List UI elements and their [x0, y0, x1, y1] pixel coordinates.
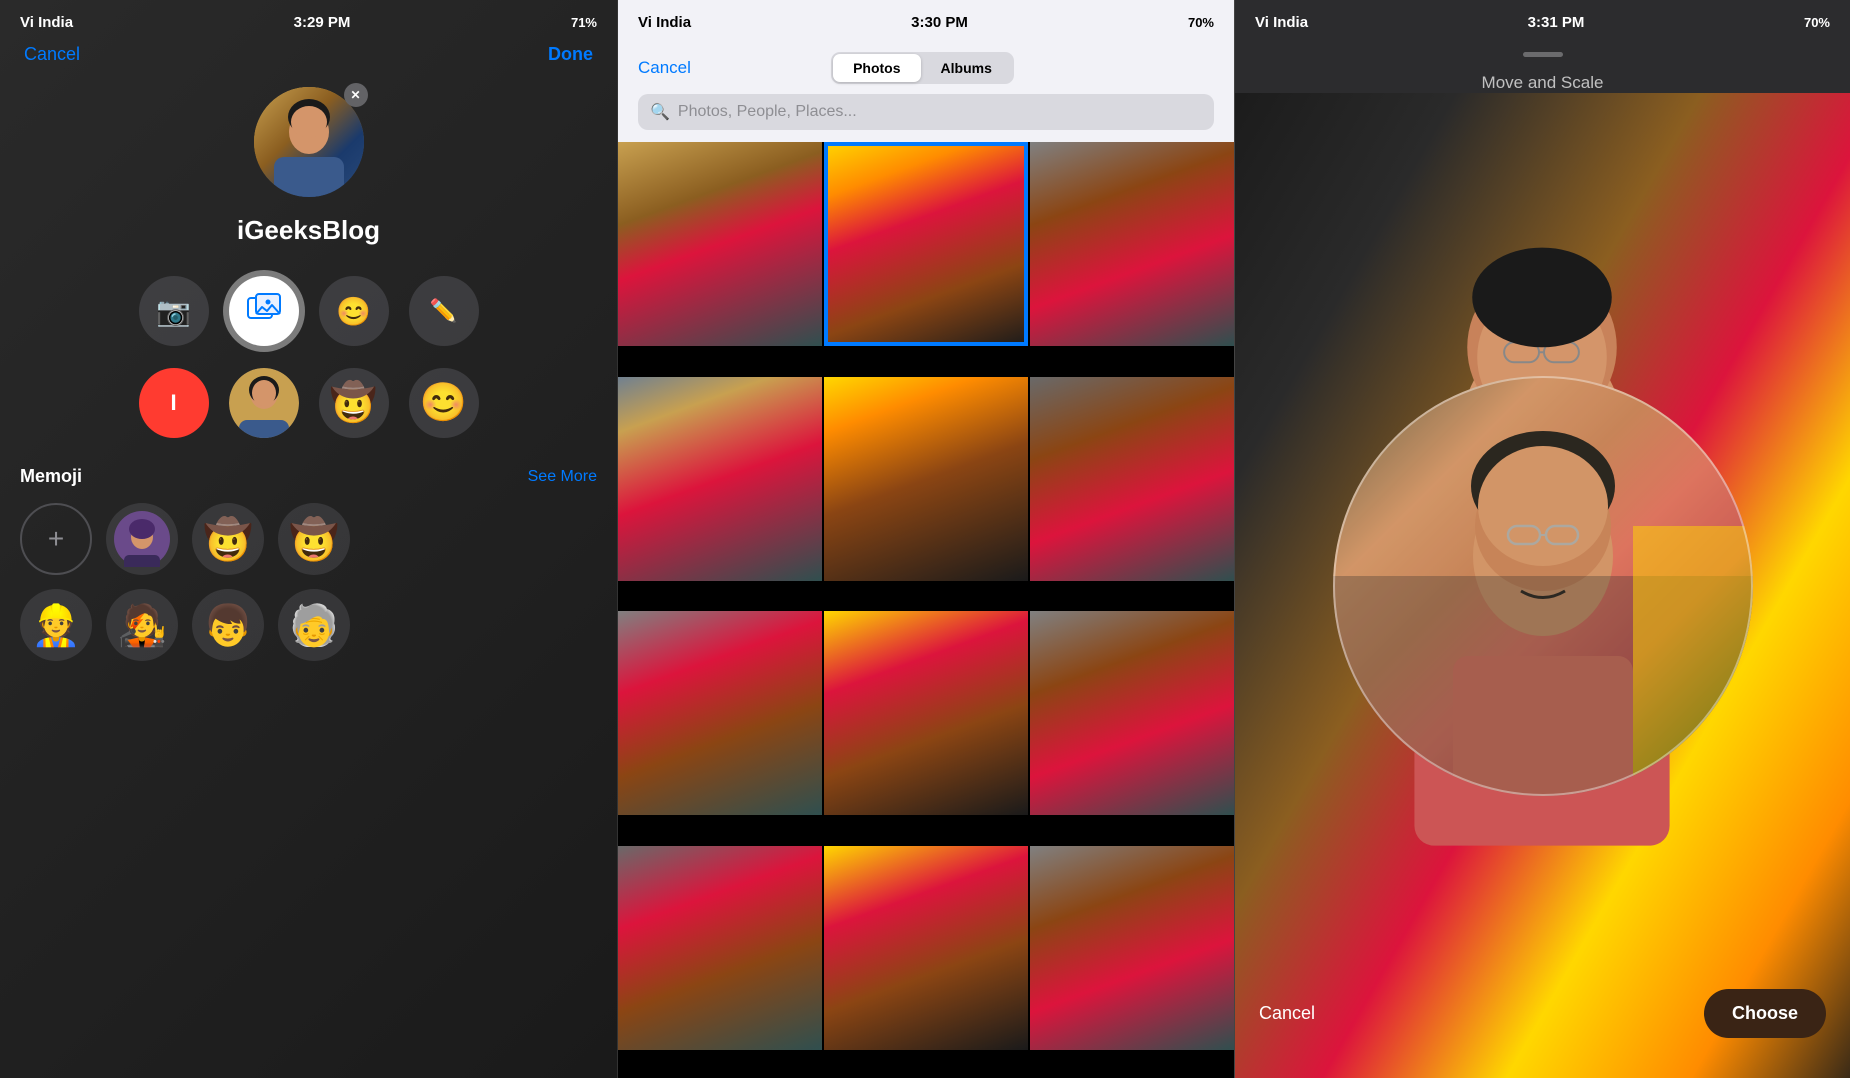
plus-icon: + [48, 523, 64, 555]
photos-icon-button[interactable] [229, 276, 299, 346]
photo-cell-11[interactable] [824, 846, 1028, 1050]
panel2-search-bar[interactable]: 🔍 Photos, People, Places... [638, 94, 1214, 130]
stop-button[interactable]: I [139, 368, 209, 438]
panel2-status-bar: Vi India 3:30 PM 70% [618, 0, 1234, 44]
memoji-avatar-button[interactable] [229, 368, 299, 438]
camera-icon-button[interactable]: 📷 [139, 276, 209, 346]
memoji-item-7[interactable]: 🧓 [278, 589, 350, 661]
panel3-photo-area[interactable] [1235, 93, 1850, 1078]
memoji-title: Memoji [20, 466, 82, 487]
add-memoji-button[interactable]: + [20, 503, 92, 575]
panel2-time: 3:30 PM [911, 14, 968, 31]
profile-name: iGeeksBlog [237, 215, 380, 246]
panel-photo-picker: Vi India 3:30 PM 70% Cancel Photos Album… [617, 0, 1234, 1078]
panel2-tabs: Photos Albums [831, 52, 1014, 84]
search-icon: 🔍 [650, 102, 670, 122]
camera-icon: 📷 [156, 295, 191, 328]
choose-button[interactable]: Choose [1704, 989, 1826, 1038]
panel1-cancel-button[interactable]: Cancel [24, 44, 80, 65]
photo-cell-6[interactable] [1030, 377, 1234, 581]
panel2-carrier: Vi India [638, 14, 691, 31]
photo-grid [618, 142, 1234, 1078]
memoji-elder-icon: 🧓 [289, 602, 339, 649]
panel2-nav: Cancel Photos Albums [638, 52, 1214, 84]
memoji-item-3[interactable]: 🤠 [278, 503, 350, 575]
panel3-battery: 70% [1804, 15, 1830, 30]
memoji-cool-icon: 🧑‍🎤 [117, 602, 167, 649]
panel3-time: 3:31 PM [1528, 14, 1585, 31]
memoji-item-1[interactable] [106, 503, 178, 575]
memoji-item-6[interactable]: 👦 [192, 589, 264, 661]
memoji-see-more-button[interactable]: See More [528, 468, 597, 486]
cowboy-memoji-button[interactable]: 🤠 [319, 368, 389, 438]
memoji-grid-row1: + 🤠 🤠 [20, 503, 597, 575]
circle-border [1333, 376, 1753, 796]
memoji-cowboy-icon: 🤠 [203, 516, 253, 563]
memoji-item-2[interactable]: 🤠 [192, 503, 264, 575]
photo-cell-9[interactable] [1030, 611, 1234, 815]
edit-icon-button[interactable]: ✏️ [409, 276, 479, 346]
avatar-remove-button[interactable]: ✕ [344, 83, 368, 107]
panel1-time: 3:29 PM [294, 14, 351, 31]
panel-move-scale: Vi India 3:31 PM 70% Move and Scale [1234, 0, 1850, 1078]
photo-cell-8[interactable] [824, 611, 1028, 815]
memoji-boy-icon: 👦 [203, 602, 253, 649]
panel3-cancel-button[interactable]: Cancel [1259, 1003, 1315, 1024]
panel3-status-bar: Vi India 3:31 PM 70% [1235, 0, 1850, 44]
icon-row-2: I 🤠 😊 [139, 368, 479, 438]
tab-albums[interactable]: Albums [921, 54, 1012, 82]
photo-cell-2[interactable] [824, 142, 1028, 346]
photo-cell-4[interactable] [618, 377, 822, 581]
photo-cell-5[interactable] [824, 377, 1028, 581]
panel3-carrier: Vi India [1255, 14, 1308, 31]
cowboy-memoji-icon: 🤠 [330, 381, 377, 425]
tab-photos[interactable]: Photos [833, 54, 920, 82]
panel1-done-button[interactable]: Done [548, 44, 593, 65]
memoji-header: Memoji See More [20, 466, 597, 487]
avatar-container: ✕ [254, 87, 364, 197]
panel2-battery: 70% [1188, 15, 1214, 30]
memoji-grid-row2: 👷 🧑‍🎤 👦 🧓 [20, 589, 597, 661]
circle-crop-area[interactable] [1333, 376, 1753, 796]
photo-cell-3[interactable] [1030, 142, 1234, 346]
memoji-avatar-icon [229, 368, 299, 438]
photo-cell-12[interactable] [1030, 846, 1234, 1050]
panel2-header: Cancel Photos Albums 🔍 Photos, People, P… [618, 44, 1234, 142]
memoji-section: Memoji See More + 🤠 [0, 466, 617, 661]
smile-memoji-button[interactable]: 😊 [409, 368, 479, 438]
icon-row-1: 📷 😊 ✏️ [139, 276, 479, 346]
memoji-hard-hat-icon: 👷 [31, 602, 81, 649]
panel-profile-edit: Vi India 3:29 PM 71% Cancel Done [0, 0, 617, 1078]
photos-icon [247, 293, 281, 330]
stop-icon: I [170, 390, 176, 416]
panel1-battery: 71% [571, 15, 597, 30]
photo-cell-1[interactable] [618, 142, 822, 346]
memoji-avatar-1-icon [114, 511, 170, 567]
memoji-cowboy2-icon: 🤠 [289, 516, 339, 563]
memoji-item-4[interactable]: 👷 [20, 589, 92, 661]
search-placeholder: Photos, People, Places... [678, 103, 857, 121]
panel1-content: Cancel Done [0, 0, 617, 1078]
emoji-icon: 😊 [336, 295, 371, 328]
memoji-item-5[interactable]: 🧑‍🎤 [106, 589, 178, 661]
photo-selected-indicator [824, 142, 1028, 346]
edit-icon: ✏️ [430, 298, 457, 324]
panel3-title: Move and Scale [1235, 73, 1850, 93]
emoji-icon-button[interactable]: 😊 [319, 276, 389, 346]
panel1-carrier: Vi India [20, 14, 73, 31]
panel2-cancel-button[interactable]: Cancel [638, 58, 691, 78]
panel1-status-bar: Vi India 3:29 PM 71% [0, 0, 617, 44]
photo-cell-7[interactable] [618, 611, 822, 815]
photo-cell-10[interactable] [618, 846, 822, 1050]
panel3-bottom-bar: Cancel Choose [1235, 969, 1850, 1078]
drag-handle [1523, 52, 1563, 57]
smile-memoji-icon: 😊 [420, 381, 467, 425]
